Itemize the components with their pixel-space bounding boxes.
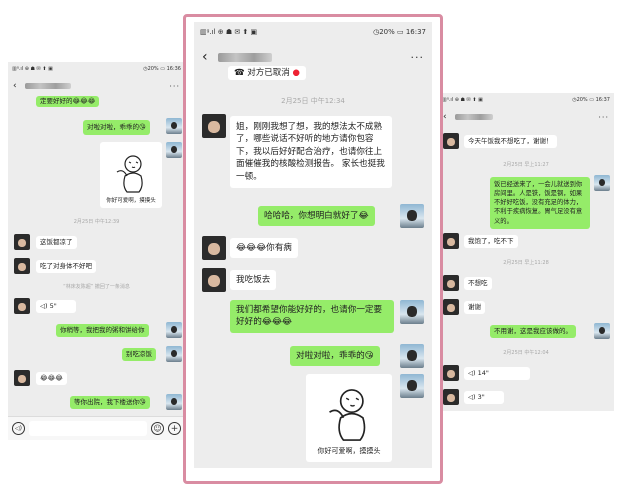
system-recall-notice: “林床友陈超” 撤回了一条消息 xyxy=(63,284,130,290)
message-bubble: 对啦对啦，乖乖的😘 xyxy=(83,120,150,136)
sticker-caption: 你好可爱啊，摸摸头 xyxy=(106,198,156,204)
voice-message[interactable]: ◁) 14" xyxy=(464,367,530,381)
message-bubble: ☎ 对方已取消 ● xyxy=(228,66,306,81)
status-bar: ▥ᵍ.ıl ⊕ ☗ ✉ ⬆ ▣ ◷20% ▭ 16:36 xyxy=(8,62,185,76)
message-bubble: 😂😂😂 xyxy=(36,372,67,386)
timestamp: 2月25日 中午12:39 xyxy=(73,219,120,225)
battery-time: ◷20% ▭ 16:36 xyxy=(143,66,181,72)
right-chat-screen: ▥ᵍ.ıl ⊕ ☗ ✉ ⬆ ▣ ◷20% ▭ 16:37 ‹ ··· 今天午饭我… xyxy=(438,93,614,411)
message-bubble: 今天午饭我不想吃了，谢谢！ xyxy=(464,135,557,149)
timestamp: 2月25日 早上11:27 xyxy=(503,162,549,168)
my-avatar xyxy=(594,323,610,339)
contact-avatar xyxy=(14,258,30,274)
alert-dot-icon: ● xyxy=(292,68,300,78)
sticker-message: 你好可爱啊，摸摸头 xyxy=(306,374,392,462)
contact-avatar xyxy=(202,268,226,292)
my-avatar xyxy=(166,346,182,362)
message-bubble: 定要好好的😂😂😂 xyxy=(36,96,100,108)
sticker-message: 你好可爱啊，摸摸头 xyxy=(100,142,162,208)
sticker-image xyxy=(116,155,143,193)
timestamp: 2月25日 早上11:28 xyxy=(503,260,549,266)
my-avatar xyxy=(400,300,424,324)
contact-avatar xyxy=(443,233,459,249)
cancel-call-icon: ☎ xyxy=(234,68,245,78)
message-bubble: 姐，刚刚我想了想，我的想法太不成熟了，哪些说话不好听的地方请你包容下，我以后好好… xyxy=(230,116,392,189)
voice-message[interactable]: ◁) 3" xyxy=(464,391,504,405)
timestamp: 2月25日 中午12:34 xyxy=(281,97,345,105)
voice-icon: ◁) xyxy=(468,369,476,377)
battery-time: ◷20% ▭ 16:37 xyxy=(572,97,610,103)
timestamp: 2月25日 中午12:04 xyxy=(503,350,549,356)
status-bar: ▥ᵍ.ıl ⊕ ☗ ✉ ⬆ ▣ ◷20% ▭ 16:37 xyxy=(194,22,432,42)
left-chat-screen: ▥ᵍ.ıl ⊕ ☗ ✉ ⬆ ▣ ◷20% ▭ 16:36 ‹ ··· 定要好好的… xyxy=(8,62,185,440)
message-bubble: 饭已经送来了，一会儿就送到你房间里。人是铁，饭是钢，如果不好好吃饭，没有充足的体… xyxy=(490,177,590,229)
status-icons: ▥ᵍ.ıl ⊕ ☗ ✉ ⬆ ▣ xyxy=(200,28,258,36)
more-icon[interactable]: ··· xyxy=(169,82,180,91)
input-bar: ◁) ☺ + xyxy=(8,416,185,440)
chat-header: ‹ ··· xyxy=(194,46,432,68)
message-bubble: 哈哈哈，你想明白就好了😂 xyxy=(258,206,375,227)
back-icon[interactable]: ‹ xyxy=(13,81,17,91)
chat-header: ‹ ··· xyxy=(438,109,614,125)
voice-input-icon[interactable]: ◁) xyxy=(12,422,25,435)
message-bubble: 这饭都凉了 xyxy=(36,236,77,250)
message-bubble: 等你出院，我下楼送你😘 xyxy=(70,396,150,410)
contact-avatar xyxy=(443,299,459,315)
message-bubble: 我吃饭去 xyxy=(230,270,277,291)
contact-avatar xyxy=(14,370,30,386)
contact-avatar xyxy=(443,389,459,405)
contact-name-blurred xyxy=(24,83,71,89)
status-icons: ▥ᵍ.ıl ⊕ ☗ ✉ ⬆ ▣ xyxy=(12,66,53,72)
message-bubble: 我们都希望你能好好的，也请你一定要好好的😂😂😂 xyxy=(230,300,394,333)
message-input[interactable] xyxy=(29,421,147,436)
battery-time: ◷20% ▭ 16:37 xyxy=(373,28,426,36)
message-bubble: 吃了对身体不好吧 xyxy=(36,260,96,274)
voice-icon: ◁) xyxy=(468,393,476,401)
contact-name-blurred xyxy=(454,114,493,120)
plus-icon[interactable]: + xyxy=(168,422,181,435)
back-icon[interactable]: ‹ xyxy=(443,112,447,122)
my-avatar xyxy=(166,142,182,158)
message-bubble: 不想吃 xyxy=(464,277,492,291)
my-avatar xyxy=(594,175,610,191)
my-avatar xyxy=(400,344,424,368)
contact-avatar xyxy=(14,234,30,250)
contact-avatar xyxy=(202,236,226,260)
status-bar: ▥ᵍ.ıl ⊕ ☗ ✉ ⬆ ▣ ◷20% ▭ 16:37 xyxy=(438,93,614,107)
more-icon[interactable]: ··· xyxy=(411,51,425,64)
voice-message[interactable]: ◁) 5" xyxy=(36,300,76,314)
status-icons: ▥ᵍ.ıl ⊕ ☗ ✉ ⬆ ▣ xyxy=(442,97,483,103)
voice-duration: 14" xyxy=(477,369,489,377)
sticker-image xyxy=(329,389,366,441)
voice-duration: 5" xyxy=(49,302,57,310)
message-bubble: 谢谢 xyxy=(464,301,485,315)
message-bubble: 你稍等，我把我的粥和饼给你 xyxy=(56,324,149,338)
voice-icon: ◁) xyxy=(40,302,48,310)
message-bubble: 不用谢，这是我应该做的。 xyxy=(490,325,576,339)
back-icon[interactable]: ‹ xyxy=(202,49,208,65)
center-chat-screen: ▥ᵍ.ıl ⊕ ☗ ✉ ⬆ ▣ ◷20% ▭ 16:37 ‹ ··· ☎ 对方已… xyxy=(194,22,432,468)
emoji-icon[interactable]: ☺ xyxy=(151,422,164,435)
more-icon[interactable]: ··· xyxy=(598,113,609,122)
my-avatar xyxy=(400,374,424,398)
message-bubble: 对啦对啦，乖乖的😘 xyxy=(290,346,380,367)
sticker-caption: 你好可爱啊，摸摸头 xyxy=(317,447,381,455)
contact-avatar xyxy=(443,275,459,291)
contact-avatar xyxy=(202,114,226,138)
message-bubble: 别吃凉饭 xyxy=(122,348,156,362)
my-avatar xyxy=(166,322,182,338)
chat-header: ‹ ··· xyxy=(8,78,185,94)
contact-name-blurred xyxy=(217,52,272,62)
message-bubble: 我饱了，吃不下 xyxy=(464,235,518,249)
contact-avatar xyxy=(443,133,459,149)
message-bubble: 😂😂😂你有病 xyxy=(230,238,298,259)
my-avatar xyxy=(166,394,182,410)
contact-avatar xyxy=(443,365,459,381)
my-avatar xyxy=(400,204,424,228)
my-avatar xyxy=(166,118,182,134)
contact-avatar xyxy=(14,298,30,314)
voice-duration: 3" xyxy=(477,393,485,401)
call-status-text: 对方已取消 xyxy=(247,68,290,78)
